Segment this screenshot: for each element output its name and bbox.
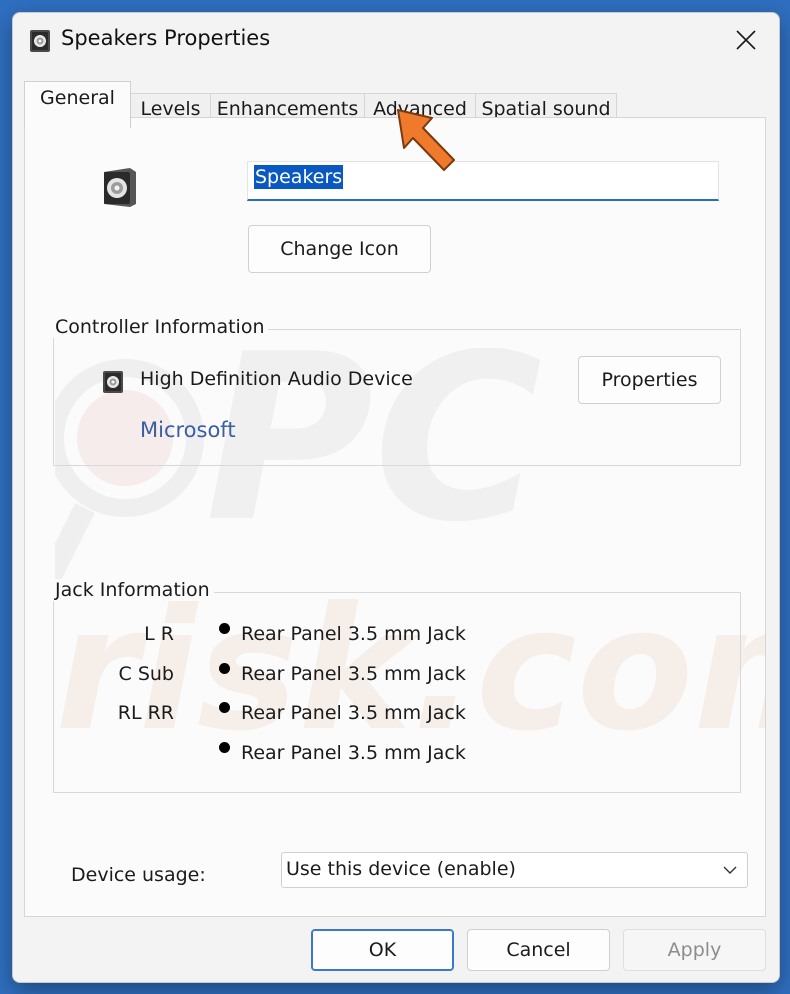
jack-row: Rear Panel 3.5 mm Jack	[54, 742, 734, 772]
jack-color-dot	[219, 742, 230, 753]
window-title: Speakers Properties	[61, 26, 271, 50]
jack-color-dot	[219, 702, 230, 713]
controller-properties-button[interactable]: Properties	[578, 356, 721, 404]
speakers-properties-dialog: Speakers Properties Levels Enhancements …	[12, 12, 780, 983]
jack-channels: L R	[144, 623, 174, 645]
device-name-text: Speakers	[254, 165, 344, 189]
device-usage-select[interactable]: Use this device (enable)	[281, 852, 748, 888]
manufacturer-link[interactable]: Microsoft	[140, 418, 236, 442]
jack-channels: C Sub	[118, 663, 174, 685]
jack-color-dot	[219, 623, 230, 634]
title-bar: Speakers Properties	[13, 13, 779, 69]
apply-button[interactable]: Apply	[623, 929, 766, 971]
device-usage-value: Use this device (enable)	[286, 858, 516, 880]
jack-row: L R Rear Panel 3.5 mm Jack	[54, 623, 734, 653]
speaker-icon-large	[104, 168, 136, 207]
controller-information-label: Controller Information	[51, 316, 269, 338]
device-usage-label: Device usage:	[71, 864, 206, 886]
controller-information-group: Controller Information High Definition A…	[51, 316, 741, 466]
change-icon-button[interactable]: Change Icon	[248, 225, 431, 273]
speaker-icon	[103, 371, 123, 393]
dialog-footer: OK Cancel Apply	[13, 918, 779, 982]
jack-channels: RL RR	[117, 702, 174, 724]
jack-connector: Rear Panel 3.5 mm Jack	[241, 742, 466, 764]
general-tab-panel: PC risk.com Speakers Change Icon Control…	[24, 117, 766, 917]
jack-information-group: Jack Information L R Rear Panel 3.5 mm J…	[51, 579, 741, 793]
close-icon	[736, 30, 756, 50]
close-button[interactable]	[713, 13, 779, 67]
speaker-icon	[30, 30, 50, 52]
chevron-down-icon	[723, 866, 737, 874]
ok-button[interactable]: OK	[311, 929, 454, 971]
jack-row: RL RR Rear Panel 3.5 mm Jack	[54, 702, 734, 732]
device-name-input[interactable]: Speakers	[247, 161, 719, 201]
jack-connector: Rear Panel 3.5 mm Jack	[241, 663, 466, 685]
jack-connector: Rear Panel 3.5 mm Jack	[241, 623, 466, 645]
tab-strip: Levels Enhancements Advanced Spatial sou…	[24, 81, 764, 128]
controller-device-name: High Definition Audio Device	[140, 368, 413, 390]
tab-general[interactable]: General	[24, 81, 131, 128]
jack-connector: Rear Panel 3.5 mm Jack	[241, 702, 466, 724]
jack-row: C Sub Rear Panel 3.5 mm Jack	[54, 663, 734, 693]
jack-color-dot	[219, 663, 230, 674]
jack-information-label: Jack Information	[51, 579, 214, 601]
cancel-button[interactable]: Cancel	[467, 929, 610, 971]
